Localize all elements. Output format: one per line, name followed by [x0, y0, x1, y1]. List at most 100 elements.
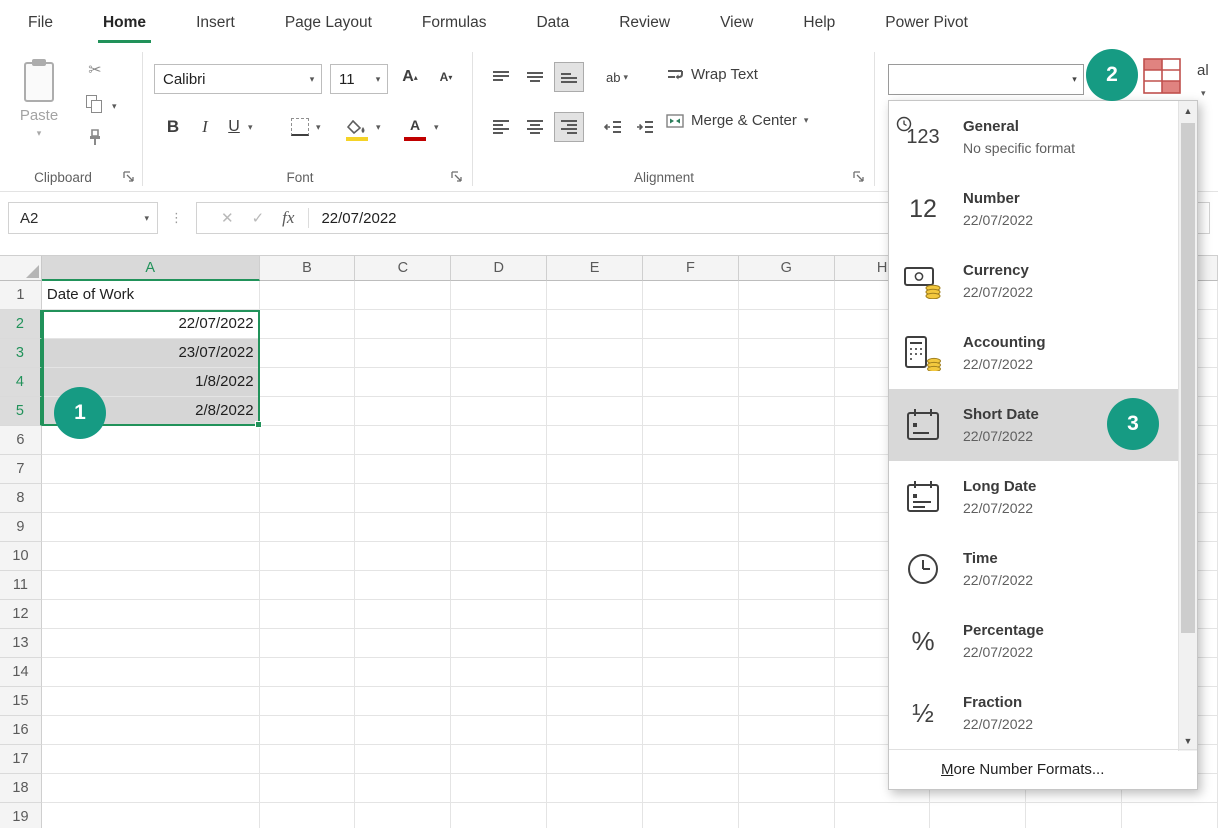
cell-F12[interactable]	[642, 600, 739, 629]
cell-E12[interactable]	[547, 600, 643, 629]
select-all-corner[interactable]	[0, 256, 42, 281]
format-option-percentage[interactable]: % Percentage 22/07/2022	[889, 605, 1179, 677]
cell-A2[interactable]: 22/07/2022	[41, 310, 260, 339]
cell-D11[interactable]	[451, 571, 548, 600]
cell-C17[interactable]	[355, 745, 452, 774]
format-option-number[interactable]: 12 Number 22/07/2022	[889, 173, 1179, 245]
row-header-3[interactable]: 3	[0, 339, 42, 368]
row-header-15[interactable]: 15	[0, 687, 42, 716]
alignment-dialog-launcher[interactable]	[852, 170, 866, 184]
decrease-indent-button[interactable]	[598, 112, 628, 142]
column-header-C[interactable]: C	[355, 256, 452, 281]
cell-B1[interactable]	[259, 281, 356, 310]
cell-F6[interactable]	[642, 426, 739, 455]
chevron-down-icon[interactable]: ▾	[248, 123, 253, 132]
cell-D4[interactable]	[451, 368, 548, 397]
cell-E18[interactable]	[547, 774, 643, 803]
cell-C2[interactable]	[355, 310, 452, 339]
row-header-1[interactable]: 1	[0, 281, 42, 310]
cell-B7[interactable]	[259, 455, 356, 484]
cell-E15[interactable]	[547, 687, 643, 716]
cell-F3[interactable]	[642, 339, 739, 368]
cell-C10[interactable]	[355, 542, 452, 571]
formula-input-value[interactable]: 22/07/2022	[321, 210, 396, 227]
cell-C15[interactable]	[355, 687, 452, 716]
cell-E13[interactable]	[547, 629, 643, 658]
fill-color-button[interactable]	[342, 110, 372, 144]
formula-bar-handle[interactable]: ⋮	[170, 202, 184, 234]
row-header-11[interactable]: 11	[0, 571, 42, 600]
format-option-long-date[interactable]: Long Date 22/07/2022	[889, 461, 1179, 533]
row-header-16[interactable]: 16	[0, 716, 42, 745]
cell-F2[interactable]	[642, 310, 739, 339]
cell-D18[interactable]	[451, 774, 548, 803]
cell-E19[interactable]	[547, 803, 643, 828]
tab-page-layout[interactable]: Page Layout	[283, 0, 374, 46]
borders-button[interactable]	[286, 112, 314, 142]
row-header-10[interactable]: 10	[0, 542, 42, 571]
cell-C16[interactable]	[355, 716, 452, 745]
cell-E4[interactable]	[547, 368, 643, 397]
chevron-down-icon[interactable]: ▾	[369, 74, 387, 85]
paste-button[interactable]: Paste ▾	[6, 54, 72, 166]
cell-A15[interactable]	[41, 687, 260, 716]
tab-formulas[interactable]: Formulas	[420, 0, 489, 46]
tab-data[interactable]: Data	[534, 0, 571, 46]
row-header-12[interactable]: 12	[0, 600, 42, 629]
dropdown-scrollbar[interactable]: ▲ ▼	[1178, 101, 1197, 751]
cell-E1[interactable]	[547, 281, 643, 310]
cell-A13[interactable]	[41, 629, 260, 658]
scrollbar-thumb[interactable]	[1181, 123, 1195, 633]
cell-D16[interactable]	[451, 716, 548, 745]
cell-F18[interactable]	[642, 774, 739, 803]
cell-D14[interactable]	[451, 658, 548, 687]
decrease-font-size-button[interactable]: A ▾	[430, 62, 462, 92]
cell-C13[interactable]	[355, 629, 452, 658]
tab-review[interactable]: Review	[617, 0, 672, 46]
cell-D3[interactable]	[451, 339, 548, 368]
cell-B16[interactable]	[259, 716, 356, 745]
cell-E2[interactable]	[547, 310, 643, 339]
row-header-14[interactable]: 14	[0, 658, 42, 687]
top-align-button[interactable]	[486, 62, 516, 92]
cell-D10[interactable]	[451, 542, 548, 571]
cell-G3[interactable]	[738, 339, 835, 368]
scroll-up-icon[interactable]: ▲	[1179, 101, 1197, 121]
enter-icon[interactable]: ✓	[252, 209, 265, 227]
cell-G18[interactable]	[738, 774, 835, 803]
chevron-down-icon[interactable]: ▾	[316, 123, 321, 132]
cut-button[interactable]: ✂	[82, 58, 108, 82]
tab-file[interactable]: File	[26, 0, 55, 46]
cell-A16[interactable]	[41, 716, 260, 745]
column-header-E[interactable]: E	[547, 256, 643, 281]
cell-B11[interactable]	[259, 571, 356, 600]
cell-A17[interactable]	[41, 745, 260, 774]
cell-D15[interactable]	[451, 687, 548, 716]
underline-button[interactable]: U	[222, 110, 246, 144]
format-painter-button[interactable]	[82, 126, 108, 150]
cell-F9[interactable]	[642, 513, 739, 542]
row-header-17[interactable]: 17	[0, 745, 42, 774]
cell-offscreen[interactable]	[1122, 803, 1218, 828]
chevron-down-icon[interactable]: ▾	[804, 116, 809, 125]
scroll-down-icon[interactable]: ▼	[1179, 731, 1197, 751]
cell-F1[interactable]	[642, 281, 739, 310]
cell-E10[interactable]	[547, 542, 643, 571]
conditional-formatting-button[interactable]	[1140, 56, 1184, 101]
cell-D12[interactable]	[451, 600, 548, 629]
cell-D19[interactable]	[451, 803, 548, 828]
cell-G1[interactable]	[738, 281, 835, 310]
orientation-button[interactable]: ab ▾	[596, 62, 638, 92]
cell-F15[interactable]	[642, 687, 739, 716]
cell-A14[interactable]	[41, 658, 260, 687]
font-size-combobox[interactable]: 11 ▾	[330, 64, 388, 94]
cell-G9[interactable]	[738, 513, 835, 542]
cell-B9[interactable]	[259, 513, 356, 542]
column-header-G[interactable]: G	[738, 256, 835, 281]
cell-E7[interactable]	[547, 455, 643, 484]
cell-G19[interactable]	[739, 803, 835, 828]
row-header-2[interactable]: 2	[0, 310, 42, 339]
number-format-combobox[interactable]: ▾	[888, 64, 1084, 95]
cell-F5[interactable]	[642, 397, 739, 426]
cell-E8[interactable]	[547, 484, 643, 513]
